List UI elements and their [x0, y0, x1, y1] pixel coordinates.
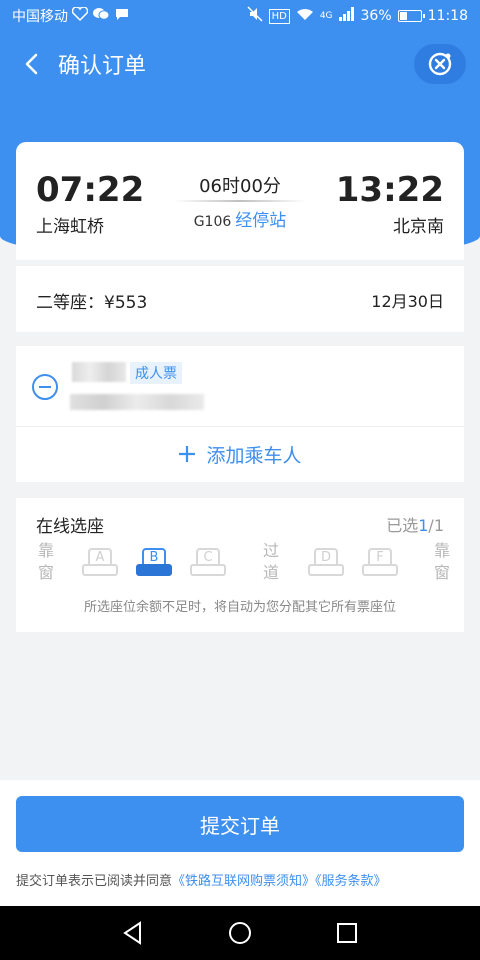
ticket-rules-link[interactable]: 《铁路互联网购票须知》 [172, 874, 315, 889]
battery-icon [397, 10, 425, 22]
seat-selection-note: 所选座位余额不足时，将自动为您分配其它所有票座位 [83, 600, 396, 615]
seat-row: 靠窗 A B C 过道 D F 靠窗 [16, 540, 464, 586]
seat-letter: A [95, 550, 105, 565]
remove-passenger-button[interactable] [32, 374, 58, 400]
window-right-label: 靠窗 [433, 541, 450, 582]
add-passenger-button[interactable]: 添加乘车人 [16, 426, 464, 482]
system-nav-bar [0, 906, 480, 960]
selected-prefix: 已选 [386, 516, 419, 535]
clock: 11:18 [427, 8, 468, 24]
depart-station: 上海虹桥 [36, 217, 104, 237]
seat-b[interactable]: B [136, 548, 172, 578]
add-passenger-label: 添加乘车人 [206, 444, 302, 467]
seat-selection-card: 在线选座 已选1/1 靠窗 A B C 过道 D F 靠窗 所选座位余额不足时，… [16, 498, 464, 632]
submit-order-button[interactable]: 提交订单 [16, 796, 464, 852]
agreement-prefix: 提交订单表示已阅读并同意 [16, 874, 173, 889]
ticket-type-badge: 成人票 [130, 362, 182, 384]
battery-percent: 36% [360, 8, 392, 24]
seat-f[interactable]: F [362, 548, 398, 578]
back-triangle-icon[interactable] [120, 920, 146, 946]
page-title: 确认订单 [58, 54, 147, 79]
carrier-label: 中国移动 [12, 9, 68, 25]
mute-icon [247, 6, 263, 26]
status-bar: 中国移动 HD 4G 36% 11:18 [0, 0, 480, 32]
seat-letter: B [149, 550, 159, 565]
train-info-card: 07:22 上海虹桥 06时00分 G106 经停站 13:22 北京南 [16, 142, 464, 260]
trip-duration: 06时00分 [199, 176, 281, 197]
arrive-time: 13:22 [335, 170, 444, 210]
app-notification-icon [71, 6, 89, 25]
passenger-id-redacted [70, 394, 204, 410]
agreement-text: 提交订单表示已阅读并同意《铁路互联网购票须知》《服务条款》 [16, 870, 387, 889]
travel-date: 12月30日 [371, 292, 444, 311]
recents-square-icon[interactable] [334, 920, 360, 946]
seat-c[interactable]: C [190, 548, 226, 578]
plus-icon [179, 446, 196, 462]
arrive-station: 北京南 [393, 217, 444, 237]
selected-total: /1 [428, 516, 444, 535]
back-button[interactable] [12, 44, 52, 84]
seat-class-price: 二等座：¥553 [36, 293, 148, 313]
passenger-name-redacted [72, 362, 126, 382]
depart-time: 07:22 [36, 170, 145, 210]
nav-bar: 确认订单 [0, 32, 480, 96]
wifi-icon [296, 7, 314, 25]
seat-d[interactable]: D [308, 548, 344, 578]
stops-link[interactable]: 经停站 [235, 211, 286, 231]
seat-class-card: 二等座：¥553 12月30日 [16, 266, 464, 332]
passenger-card: 成人票 添加乘车人 [16, 346, 464, 482]
signal-icon [338, 7, 355, 25]
chevron-left-icon [25, 53, 38, 75]
train-number: G106 [193, 214, 232, 230]
seat-a[interactable]: A [82, 548, 118, 578]
seat-letter: D [320, 550, 331, 565]
message-icon [114, 7, 130, 25]
aisle-label: 过道 [262, 541, 279, 582]
seat-letter: C [203, 550, 213, 565]
terms-link[interactable]: 《服务条款》 [315, 874, 387, 889]
duration-line [174, 200, 306, 202]
seat-selection-title: 在线选座 [36, 517, 104, 537]
hd-badge: HD [268, 8, 290, 24]
selected-count: 已选1/1 [386, 512, 444, 536]
train-number-row: G106 经停站 [176, 206, 304, 231]
seat-letter: F [376, 550, 384, 565]
bottom-panel: 提交订单 提交订单表示已阅读并同意《铁路互联网购票须知》《服务条款》 [0, 780, 480, 906]
selected-number: 1 [418, 516, 429, 535]
home-circle-icon[interactable] [227, 920, 253, 946]
target-close-icon [428, 52, 452, 76]
wechat-icon [92, 7, 110, 25]
window-left-label: 靠窗 [37, 541, 54, 582]
network-type: 4G [319, 11, 333, 21]
close-order-button[interactable] [414, 44, 466, 84]
